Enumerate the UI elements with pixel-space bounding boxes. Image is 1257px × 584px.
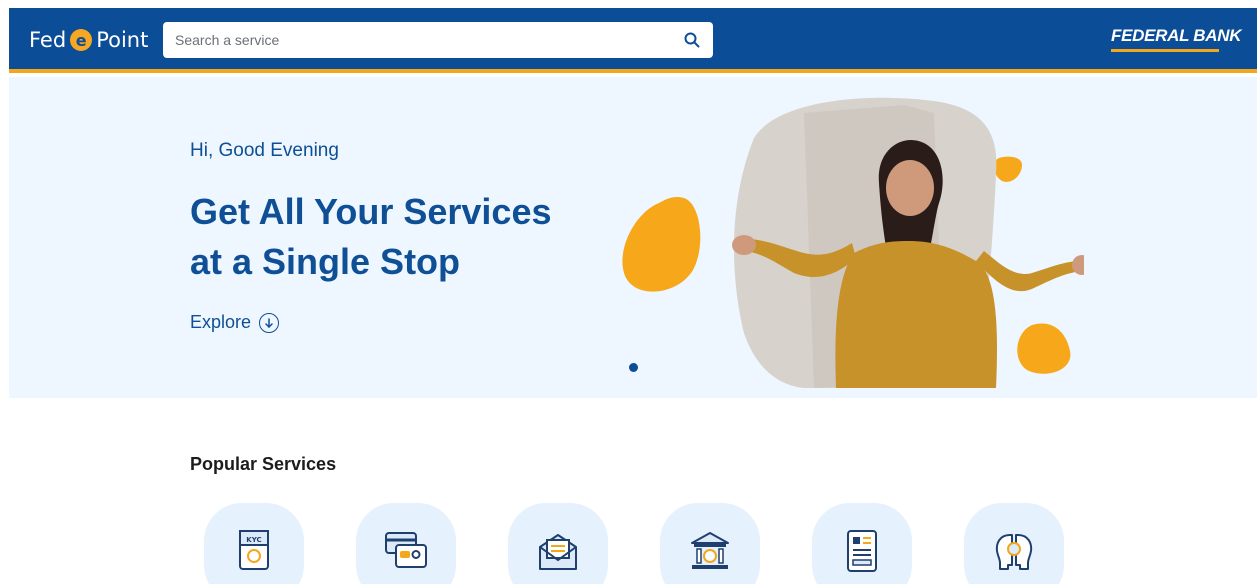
mail-request-icon <box>539 534 577 570</box>
kyc-update-icon: KYC <box>239 530 269 570</box>
popular-services-row: KYC <box>204 503 1064 584</box>
service-kyc[interactable]: KYC <box>204 503 304 584</box>
fedepoint-logo[interactable]: Fed e Point <box>29 25 148 55</box>
federal-bank-logo[interactable]: FEDERAL BANK <box>1111 26 1242 46</box>
logo-text-fed: Fed <box>29 28 67 52</box>
headline-line-1: Get All Your Services <box>190 191 552 232</box>
customer-insight-icon <box>995 534 1033 570</box>
hero-headline: Get All Your Services at a Single Stop <box>190 187 610 287</box>
woman-torso <box>835 241 997 388</box>
orange-blob-bottom <box>1017 323 1071 374</box>
logo-text-point: Point <box>96 28 149 52</box>
woman-face <box>886 160 934 216</box>
document-icon <box>847 530 877 572</box>
greeting-text: Hi, Good Evening <box>190 140 339 161</box>
arrow-down-circle-icon <box>259 312 280 333</box>
hero-illustration <box>622 97 1084 389</box>
logo-e-badge: e <box>70 29 93 51</box>
explore-label: Explore <box>190 312 252 332</box>
kyc-label: KYC <box>246 536 261 544</box>
top-navbar: Fed e Point FEDERAL BANK <box>9 8 1257 73</box>
left-hand <box>732 235 756 255</box>
search-box <box>163 22 713 58</box>
woman-right-arm <box>976 251 1082 292</box>
service-insight[interactable] <box>964 503 1064 584</box>
card-services-icon <box>385 532 427 568</box>
service-mail[interactable] <box>508 503 608 584</box>
service-document[interactable] <box>812 503 912 584</box>
bank-transfer-icon <box>691 532 729 569</box>
orange-blob-left <box>622 196 701 292</box>
search-icon[interactable] <box>683 31 701 49</box>
service-card[interactable] <box>356 503 456 584</box>
bank-logo-underline <box>1111 49 1219 52</box>
headline-line-2: at a Single Stop <box>190 241 461 282</box>
popular-services-title: Popular Services <box>190 454 337 474</box>
service-bank[interactable] <box>660 503 760 584</box>
app-frame: Fed e Point FEDERAL BANK Hi, Good Evenin… <box>9 8 1257 584</box>
orange-blob-top <box>994 156 1022 182</box>
explore-link[interactable]: Explore <box>190 312 280 333</box>
search-input[interactable] <box>175 32 683 48</box>
